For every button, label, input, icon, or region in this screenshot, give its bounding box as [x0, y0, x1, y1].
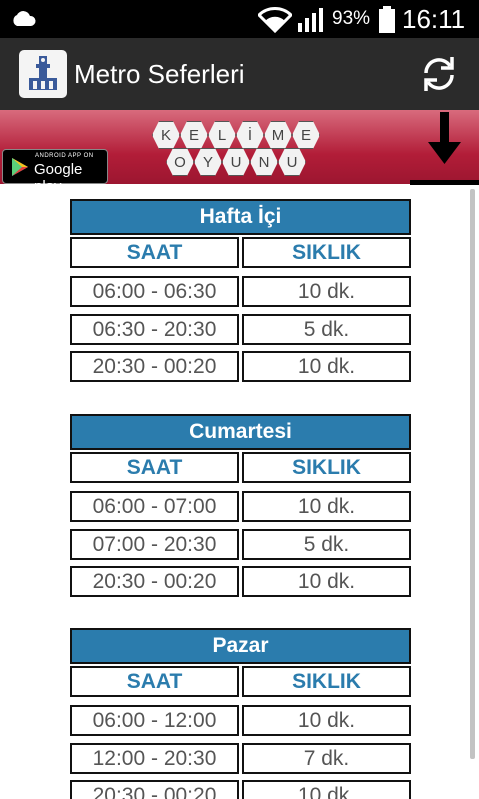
table-cell-time: 20:30 - 00:20 — [70, 780, 239, 799]
table-cell-frequency: 10 dk. — [242, 705, 411, 736]
app-title: Metro Seferleri — [74, 59, 245, 89]
table-title: Pazar — [70, 628, 411, 664]
battery-icon — [379, 6, 395, 33]
table-title: Cumartesi — [70, 414, 411, 450]
table-cell-frequency: 10 dk. — [242, 491, 411, 522]
schedule-list[interactable]: Hafta İçi SAAT SIKLIK 06:00 - 06:30 10 d… — [0, 184, 479, 799]
ad-banner[interactable]: K E L İ M E O Y U N U ANDROID APP ON Goo… — [0, 110, 479, 195]
column-header-time: SAAT — [70, 237, 239, 268]
table-cell-time: 20:30 - 00:20 — [70, 351, 239, 382]
column-header-frequency: SIKLIK — [242, 452, 411, 483]
status-time: 16:11 — [402, 4, 466, 34]
letter-tile: E — [180, 121, 208, 149]
play-store-icon — [12, 158, 28, 176]
app-logo-icon[interactable] — [19, 50, 67, 98]
table-cell-time: 06:00 - 07:00 — [70, 491, 239, 522]
letter-tile: İ — [236, 121, 264, 149]
status-bar: 93% 16:11 — [0, 0, 479, 38]
letter-tile: U — [222, 148, 250, 176]
letter-tile: K — [152, 121, 180, 149]
scrollbar[interactable] — [470, 189, 475, 759]
table-cell-time: 06:00 - 06:30 — [70, 276, 239, 307]
table-cell-frequency: 10 dk. — [242, 276, 411, 307]
table-cell-frequency: 10 dk. — [242, 780, 411, 799]
table-cell-time: 06:00 - 12:00 — [70, 705, 239, 736]
letter-tile: U — [278, 148, 306, 176]
table-cell-time: 07:00 - 20:30 — [70, 529, 239, 560]
battery-percentage: 93% — [332, 8, 371, 29]
badge-subtitle: ANDROID APP ON — [35, 153, 94, 159]
table-cell-time: 06:30 - 20:30 — [70, 314, 239, 345]
action-bar: Metro Seferleri — [0, 38, 479, 110]
table-cell-frequency: 10 dk. — [242, 351, 411, 382]
table-cell-time: 20:30 - 00:20 — [70, 566, 239, 597]
letter-tile: Y — [194, 148, 222, 176]
table-title: Hafta İçi — [70, 199, 411, 235]
column-header-frequency: SIKLIK — [242, 666, 411, 697]
refresh-icon[interactable] — [418, 53, 460, 95]
table-cell-frequency: 7 dk. — [242, 743, 411, 774]
cloud-icon — [13, 11, 36, 26]
column-header-time: SAAT — [70, 452, 239, 483]
letter-tile: O — [166, 148, 194, 176]
wifi-icon — [258, 7, 292, 33]
table-cell-time: 12:00 - 20:30 — [70, 743, 239, 774]
column-header-frequency: SIKLIK — [242, 237, 411, 268]
column-header-time: SAAT — [70, 666, 239, 697]
letter-tile: E — [292, 121, 320, 149]
letter-tile: L — [208, 121, 236, 149]
table-cell-frequency: 5 dk. — [242, 314, 411, 345]
arrow-down-icon — [428, 112, 461, 164]
letter-tile: M — [264, 121, 292, 149]
table-cell-frequency: 5 dk. — [242, 529, 411, 560]
signal-icon — [298, 8, 323, 32]
letter-tile: N — [250, 148, 278, 176]
table-cell-frequency: 10 dk. — [242, 566, 411, 597]
google-play-badge[interactable]: ANDROID APP ON Google play — [2, 149, 108, 195]
